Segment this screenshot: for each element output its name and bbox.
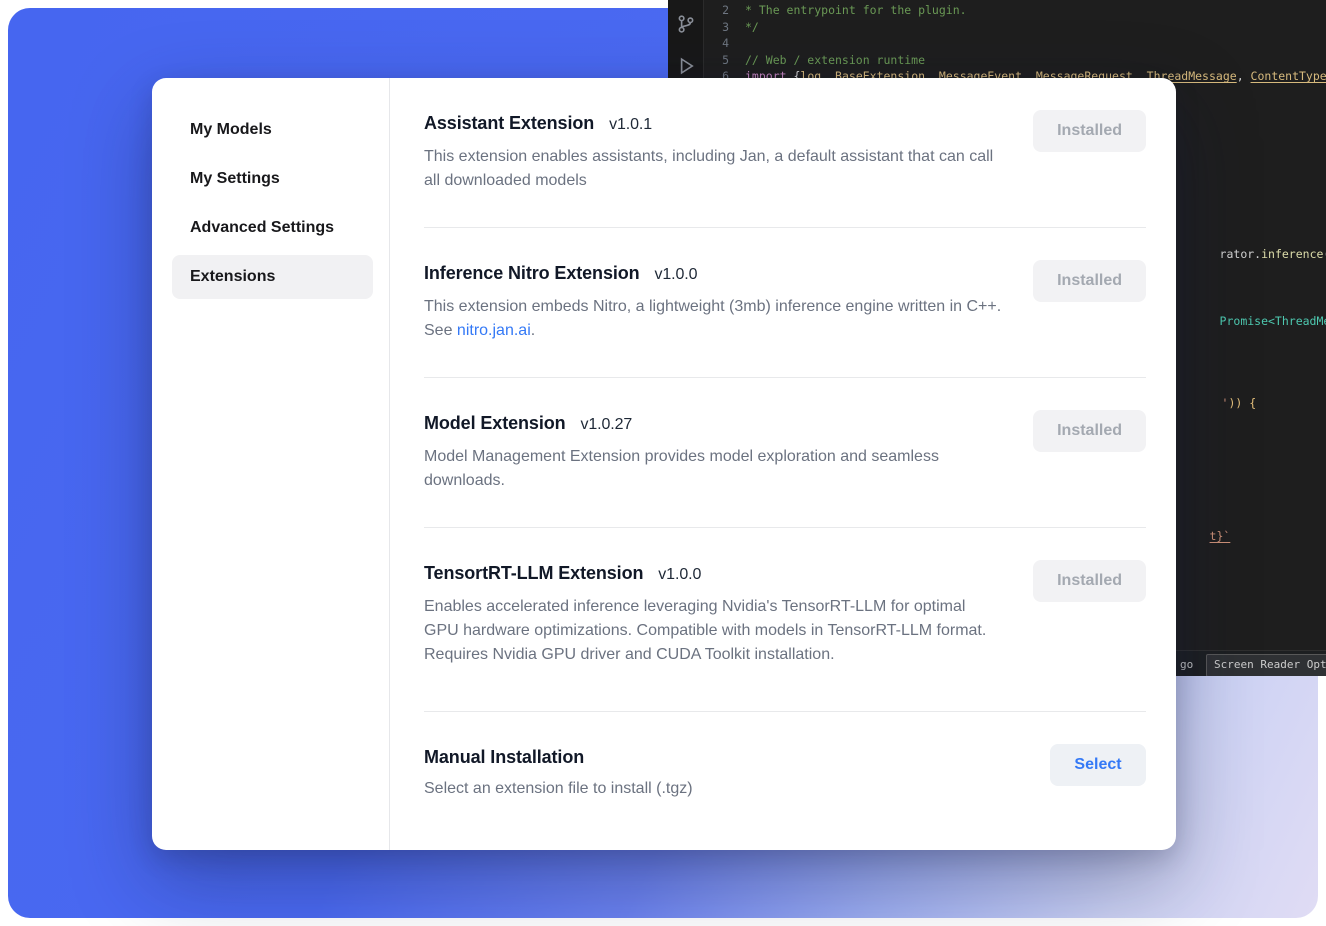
code-fragment: t}`	[1168, 511, 1230, 561]
code-fragment: Promise<ThreadMessage>	[1178, 296, 1326, 346]
extension-title: Manual Installation	[424, 744, 693, 770]
extension-info: Assistant Extension v1.0.1 This extensio…	[424, 110, 1002, 193]
screen-reader-badge[interactable]: Screen Reader Optimized	[1206, 654, 1326, 676]
extension-name: Model Extension	[424, 413, 566, 433]
extension-description: This extension embeds Nitro, a lightweig…	[424, 295, 1002, 343]
extension-description: Select an extension file to install (.tg…	[424, 777, 693, 801]
sidebar-item-label: My Models	[190, 121, 272, 139]
source-control-icon[interactable]	[676, 14, 696, 34]
code-token: )) {	[1228, 396, 1256, 410]
code-token: ,	[1237, 68, 1251, 85]
line-number: 3	[705, 19, 745, 36]
extension-description: This extension enables assistants, inclu…	[424, 145, 1002, 193]
page: 2 * The entrypoint for the plugin. 3 */ …	[0, 0, 1326, 926]
run-and-debug-icon[interactable]	[676, 56, 696, 76]
line-number: 4	[705, 35, 745, 52]
sidebar-item-my-models[interactable]: My Models	[172, 108, 373, 152]
extension-row-assistant: Assistant Extension v1.0.1 This extensio…	[424, 78, 1146, 228]
extension-version: v1.0.0	[658, 566, 701, 583]
extension-name: TensortRT-LLM Extension	[424, 563, 643, 583]
extension-title: TensortRT-LLM Extension v1.0.0	[424, 560, 1002, 588]
extension-row-tensorrt-llm: TensortRT-LLM Extension v1.0.0 Enables a…	[424, 528, 1146, 712]
extension-description: Model Management Extension provides mode…	[424, 445, 1002, 493]
extension-description: Enables accelerated inference leveraging…	[424, 595, 1002, 667]
line-number: 5	[705, 52, 745, 69]
code-line: 3 */	[705, 19, 1326, 36]
code-line: 4	[705, 35, 1326, 52]
sidebar-item-advanced-settings[interactable]: Advanced Settings	[172, 206, 373, 250]
extension-title: Inference Nitro Extension v1.0.0	[424, 260, 1002, 288]
extension-row-manual-installation: Manual Installation Select an extension …	[424, 712, 1146, 835]
code-text: * The entrypoint for the plugin.	[745, 2, 967, 19]
extension-name: Inference Nitro Extension	[424, 263, 640, 283]
extension-version: v1.0.0	[654, 266, 697, 283]
extension-info: Inference Nitro Extension v1.0.0 This ex…	[424, 260, 1002, 343]
installed-button[interactable]: Installed	[1033, 560, 1146, 602]
extensions-panel: Assistant Extension v1.0.1 This extensio…	[390, 78, 1176, 850]
settings-sidebar: My Models My Settings Advanced Settings …	[152, 78, 390, 850]
code-fragment: ')) {	[1180, 378, 1256, 428]
installed-button[interactable]: Installed	[1033, 110, 1146, 152]
code-line: 5 // Web / extension runtime	[705, 52, 1326, 69]
extension-version: v1.0.27	[580, 416, 632, 433]
code-token: ContentType	[1251, 68, 1326, 85]
code-token: inference	[1261, 247, 1323, 261]
code-fragment: rator.inference(data));	[1178, 229, 1326, 279]
extension-name: Manual Installation	[424, 747, 584, 767]
installed-button[interactable]: Installed	[1033, 260, 1146, 302]
sidebar-item-label: Extensions	[190, 268, 275, 286]
extension-name: Assistant Extension	[424, 113, 594, 133]
sidebar-item-extensions[interactable]: Extensions	[172, 255, 373, 299]
sidebar-item-my-settings[interactable]: My Settings	[172, 157, 373, 201]
extension-row-inference-nitro: Inference Nitro Extension v1.0.0 This ex…	[424, 228, 1146, 378]
extension-title: Assistant Extension v1.0.1	[424, 110, 1002, 138]
code-token: t}`	[1210, 529, 1231, 543]
code-token: rator	[1220, 247, 1255, 261]
line-number: 2	[705, 2, 745, 19]
editor-code-area[interactable]: 2 * The entrypoint for the plugin. 3 */ …	[705, 2, 1326, 85]
settings-modal: My Models My Settings Advanced Settings …	[152, 78, 1176, 850]
sidebar-item-label: Advanced Settings	[190, 219, 334, 237]
extension-info: TensortRT-LLM Extension v1.0.0 Enables a…	[424, 560, 1002, 667]
extension-version: v1.0.1	[609, 116, 652, 133]
extension-title: Model Extension v1.0.27	[424, 410, 1002, 438]
extension-info: Model Extension v1.0.27 Model Management…	[424, 410, 1002, 493]
installed-button[interactable]: Installed	[1033, 410, 1146, 452]
code-token: Promise<ThreadMessage>	[1220, 314, 1326, 328]
sidebar-item-label: My Settings	[190, 170, 280, 188]
nitro-jan-ai-link[interactable]: nitro.jan.ai	[457, 322, 531, 339]
extension-info: Manual Installation Select an extension …	[424, 744, 693, 801]
extension-row-model: Model Extension v1.0.27 Model Management…	[424, 378, 1146, 528]
code-line: 2 * The entrypoint for the plugin.	[705, 2, 1326, 19]
description-text: .	[531, 322, 535, 339]
code-text: */	[745, 19, 759, 36]
select-button[interactable]: Select	[1050, 744, 1146, 786]
code-text: // Web / extension runtime	[745, 52, 925, 69]
status-go-item[interactable]: go	[1180, 657, 1193, 674]
